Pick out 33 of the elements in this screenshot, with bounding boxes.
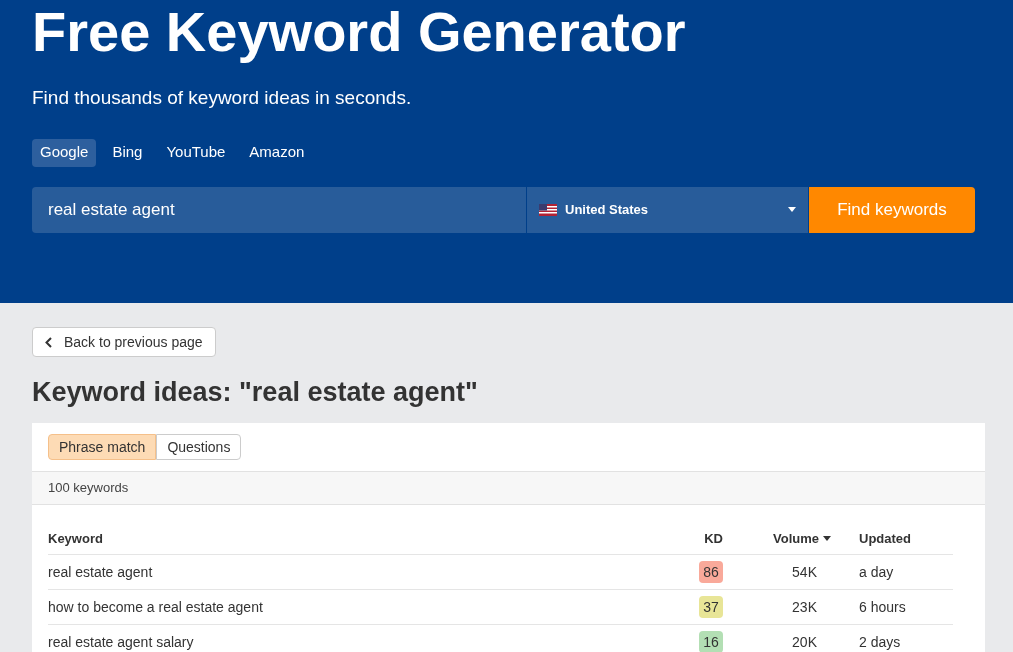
column-header[interactable]: Updated [859, 530, 911, 546]
keyword-link[interactable]: real estate agent salary [48, 631, 663, 652]
table-cell-text: 20K [792, 632, 817, 652]
results-heading: Keyword ideas: "real estate agent" [32, 376, 478, 409]
column-header: Keyword [48, 529, 104, 548]
back-button[interactable]: Back to previous page [32, 327, 216, 357]
engine-tab[interactable]: Bing [104, 138, 151, 167]
engine-tab[interactable]: Amazon [241, 138, 313, 167]
engine-tab[interactable]: YouTube [158, 138, 234, 167]
country-dropdown[interactable]: United States [527, 186, 808, 233]
difficulty-badge: 16 [699, 631, 723, 652]
table-cell-text: 54K [792, 562, 817, 582]
column-header[interactable]: Volume [773, 528, 819, 549]
page-title: Free Keyword Generator [32, 0, 686, 64]
difficulty-badge: 86 [699, 561, 723, 583]
keyword-link[interactable]: real estate agent [48, 561, 663, 583]
keyword-link[interactable]: how to become a real estate agent [48, 596, 663, 618]
match-tab[interactable]: Phrase match [48, 434, 157, 460]
page-subtitle: Find thousands of keyword ideas in seconds. [32, 87, 412, 108]
sort-down-icon [823, 536, 831, 541]
keyword-count: 100 keywords [48, 479, 129, 498]
flag-icon [539, 203, 557, 216]
caret-icon [788, 207, 796, 212]
table-cell: 2 days [859, 633, 901, 650]
chevron-left-icon [45, 336, 52, 348]
keyword-input-field[interactable]: real estate agent [32, 186, 526, 233]
column-header[interactable]: KD [704, 528, 723, 549]
table-cell-text: 23K [792, 597, 817, 617]
difficulty-badge: 37 [699, 596, 723, 618]
table-cell: 6 hours [859, 598, 906, 615]
engine-tab[interactable]: Google [32, 138, 97, 167]
table-cell: a day [859, 563, 894, 580]
match-tab[interactable]: Questions [156, 434, 242, 460]
